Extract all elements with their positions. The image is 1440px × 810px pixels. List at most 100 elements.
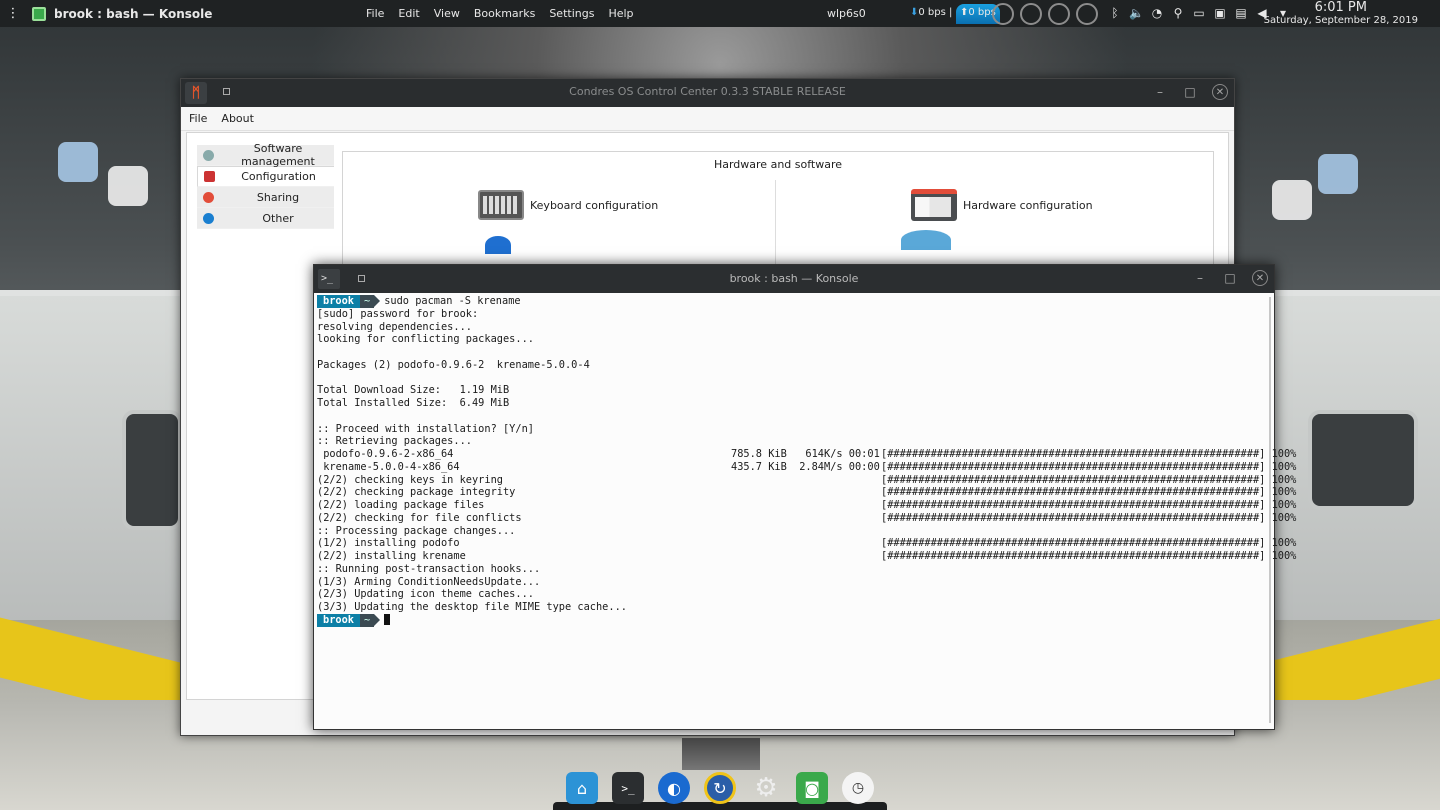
gear-icon[interactable]: [485, 236, 511, 254]
devices-icon[interactable]: ▣: [1213, 6, 1227, 20]
info-icon: [203, 212, 214, 224]
progress-bar: [#######################################…: [881, 550, 1297, 562]
minimize-button[interactable]: –: [1152, 84, 1168, 100]
output-line: :: Running post-transaction hooks...: [317, 562, 541, 575]
progress-line: :: Processing package changes...: [317, 524, 516, 537]
progress-line: (2/2) installing krename [###############…: [317, 550, 1297, 562]
wifi-icon[interactable]: ◔: [1150, 6, 1164, 20]
progress-percent: 100%: [1271, 486, 1297, 499]
group-title: Hardware and software: [713, 158, 843, 171]
prompt-line: brook ~ sudo pacman -S krename: [317, 295, 1264, 308]
menu-file[interactable]: File: [366, 7, 384, 20]
swap-monitor-icon[interactable]: [1048, 3, 1070, 25]
sidebar-item-configuration[interactable]: Configuration: [197, 166, 334, 187]
bluetooth-icon[interactable]: ᛒ: [1108, 6, 1122, 20]
progress-line: (2/2) checking keys in keyring [#########…: [317, 473, 1297, 486]
maximize-button[interactable]: □: [1222, 270, 1238, 286]
keyboard-configuration-tile[interactable]: Keyboard configuration: [478, 190, 658, 220]
output-line: Total Installed Size: 6.49 MiB: [317, 397, 510, 409]
hardware-configuration-tile[interactable]: Hardware configuration: [911, 189, 1093, 221]
background-train-window-left: [122, 410, 182, 530]
accessibility-sign-icon: [58, 142, 98, 182]
global-menu: File Edit View Bookmarks Settings Help: [366, 7, 648, 20]
sidebar-item-sharing[interactable]: Sharing: [197, 187, 334, 208]
progress-bar: [#######################################…: [881, 511, 1297, 524]
progress-percent: 100%: [1271, 537, 1297, 550]
network-interface-label: wlp6s0: [827, 7, 866, 20]
output-line: (2/3) Updating icon theme caches...: [317, 588, 534, 601]
progress-percent: 100%: [1271, 499, 1297, 511]
package-icon: [203, 149, 214, 161]
volume-icon[interactable]: 🔈: [1129, 6, 1144, 20]
progress-line: krename-5.0.0-4-x86_64 435.7 KiB 2.84M/s …: [317, 460, 1297, 473]
konsole-app-icon: [32, 6, 46, 21]
progress-bar: [#######################################…: [881, 486, 1297, 499]
background-train-window-right: [1308, 410, 1418, 510]
screenshot-icon[interactable]: ◙: [796, 772, 828, 804]
output-line: :: Retrieving packages...: [317, 435, 472, 448]
top-panel: ⋮ brook : bash — Konsole File Edit View …: [0, 0, 1440, 27]
disk-icon[interactable]: [901, 230, 951, 250]
terminal-icon[interactable]: >_: [612, 772, 644, 804]
vpn-icon[interactable]: ⚲: [1171, 6, 1185, 20]
keyboard-icon: [478, 190, 524, 220]
terminal-scrollbar[interactable]: [1269, 297, 1271, 723]
progress-bar: [#######################################…: [881, 460, 1297, 473]
menu-settings[interactable]: Settings: [549, 7, 594, 20]
cpu-monitor-icon[interactable]: [992, 3, 1014, 25]
output-line: (1/3) Arming ConditionNeedsUpdate...: [317, 575, 541, 588]
progress-line: (2/2) loading package files [############…: [317, 499, 1297, 511]
sidebar-item-other[interactable]: Other: [197, 208, 334, 229]
app-launcher-icon[interactable]: ⋮: [0, 0, 26, 27]
progress-percent: 100%: [1271, 460, 1297, 473]
sidebar-item-software[interactable]: Software management: [197, 142, 334, 168]
progress-percent: 100%: [1271, 550, 1297, 562]
battery-icon[interactable]: ▭: [1192, 6, 1206, 20]
dock: ⌂ >_ ◐ ↻ ⚙ ◙ ◷: [553, 766, 887, 810]
menu-edit[interactable]: Edit: [398, 7, 419, 20]
hardware-configuration-label: Hardware configuration: [963, 198, 1093, 212]
output-line: resolving dependencies...: [317, 320, 472, 333]
menu-help[interactable]: Help: [608, 7, 633, 20]
clock-time: 6:01 PM: [1314, 0, 1367, 15]
elevator-sign-icon: [1272, 180, 1312, 220]
minimize-button[interactable]: –: [1192, 270, 1208, 286]
progress-bar: [#######################################…: [881, 537, 1297, 550]
menu-view[interactable]: View: [434, 7, 460, 20]
terminal-output[interactable]: brook ~ sudo pacman -S krename [sudo] pass…: [317, 295, 1297, 725]
clock-icon[interactable]: ◷: [842, 772, 874, 804]
memory-monitor-icon[interactable]: [1020, 3, 1042, 25]
cc-menu-file[interactable]: File: [189, 112, 207, 125]
maximize-button[interactable]: □: [1182, 84, 1198, 100]
control-center-titlebar[interactable]: ᛗ Condres OS Control Center 0.3.3 STABLE…: [181, 79, 1234, 107]
updater-icon[interactable]: ↻: [704, 772, 736, 804]
browser-icon[interactable]: ◐: [658, 772, 690, 804]
progress-line: (2/2) checking package integrity [#######…: [317, 486, 1297, 499]
close-button[interactable]: ✕: [1212, 84, 1228, 100]
prompt-line: brook ~: [317, 613, 1264, 627]
shell-prompt: brook ~: [317, 613, 381, 627]
menu-bookmarks[interactable]: Bookmarks: [474, 7, 535, 20]
hardware-icon: [911, 189, 957, 221]
disk-monitor-icon[interactable]: [1076, 3, 1098, 25]
system-monitor-widgets: [992, 3, 1098, 25]
konsole-titlebar[interactable]: >_ brook : bash — Konsole – □ ✕: [314, 265, 1274, 293]
cc-menu-about[interactable]: About: [221, 112, 254, 125]
close-button[interactable]: ✕: [1252, 270, 1268, 286]
elevator-sign-icon: [108, 166, 148, 206]
text-cursor: [384, 613, 391, 625]
clock-date: Saturday, September 28, 2019: [1263, 15, 1418, 26]
output-line: [sudo] password for brook:: [317, 307, 479, 320]
cc-sidebar: Software management Configuration Sharin…: [197, 142, 334, 229]
konsole-title: brook : bash — Konsole: [729, 272, 859, 285]
clipboard-icon[interactable]: ▤: [1234, 6, 1248, 20]
progress-percent: 100%: [1271, 511, 1297, 524]
home-icon[interactable]: ⌂: [566, 772, 598, 804]
settings-icon[interactable]: ⚙: [750, 772, 782, 804]
output-line: (3/3) Updating the desktop file MIME typ…: [317, 601, 627, 613]
konsole-window: >_ brook : bash — Konsole – □ ✕ brook ~ su…: [313, 264, 1297, 730]
clock[interactable]: 6:01 PM Saturday, September 28, 2019: [1264, 1, 1418, 27]
